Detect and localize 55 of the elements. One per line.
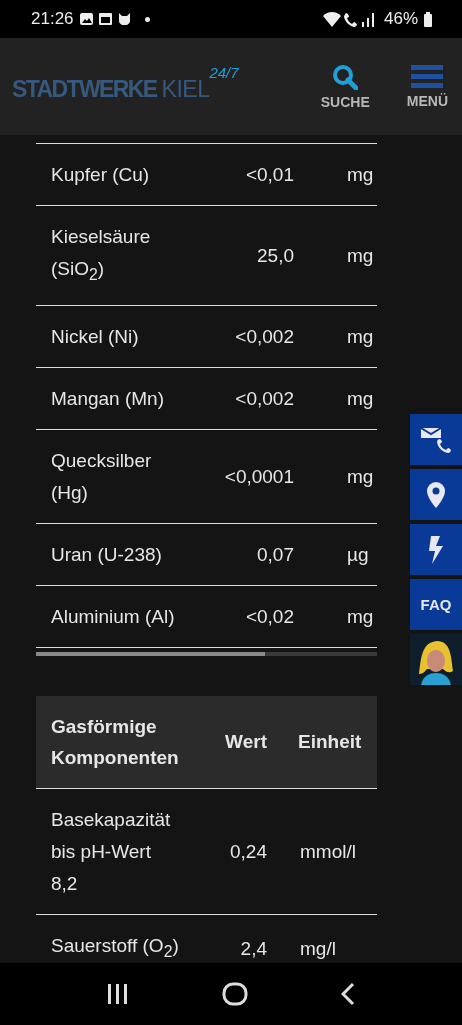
location-button[interactable]: [410, 469, 462, 520]
table-cell-text: Aluminium (Al): [51, 604, 176, 629]
image-icon: [79, 13, 93, 25]
table-cell-text: <0,01: [244, 163, 294, 187]
table-cell-text: 0,07: [256, 542, 294, 567]
table-cell-text: <0,002: [234, 324, 294, 349]
column-header: Gasförmige Komponenten: [51, 714, 180, 770]
logo-wordmark: STADTWERKE: [12, 76, 157, 103]
faq-button[interactable]: FAQ: [410, 579, 462, 630]
table-cell-text: Nickel (Ni): [51, 324, 140, 349]
table-cell-text: <0,0001: [223, 464, 294, 489]
column-header: Wert: [224, 730, 267, 755]
table-cell-text: µg: [346, 542, 369, 567]
dot-icon: [144, 16, 150, 22]
table-cell-text: mg/l: [299, 936, 336, 961]
search-icon: [332, 63, 359, 90]
outage-button[interactable]: [410, 524, 462, 575]
table-cell-text: <0,02: [244, 604, 294, 629]
cat-icon: [117, 13, 131, 25]
table-cell-text: mmol/l: [299, 839, 356, 864]
window-icon: [98, 13, 112, 25]
logo-tag: 24/7: [209, 64, 239, 81]
location-pin-icon: [426, 480, 446, 509]
table-cell-text: Mangan (Mn): [51, 386, 165, 411]
table-cell-text: mg: [346, 464, 374, 489]
recents-icon: [106, 983, 129, 1005]
table-cell-text: Kupfer (Cu): [51, 163, 151, 187]
home-icon: [222, 982, 248, 1006]
table-cell-text: mg: [346, 604, 374, 629]
table-cell-text: 2,4: [239, 936, 267, 961]
logo-city: KIEL: [161, 76, 210, 103]
table-cell-text: Uran (U-238): [51, 542, 163, 567]
column-header: Einheit: [297, 730, 362, 755]
table-cell-text: mg: [346, 386, 374, 411]
table-cell-text: 25,0: [256, 243, 294, 268]
table-cell-text: mg: [346, 243, 374, 268]
battery-icon: [424, 11, 432, 27]
table-cell-text: Kieselsäure (SiO$_{2}$): [51, 225, 152, 285]
table-cell-text: mg: [346, 163, 374, 187]
lightning-icon: [428, 535, 444, 564]
table-cell-text: 0,24: [229, 839, 267, 864]
scrollbar-thumb[interactable]: [36, 651, 265, 656]
menu-button[interactable]: MENÜ: [406, 64, 448, 109]
table-cell-text: Sauerstoff (O$_{2}$): [51, 933, 180, 962]
menu-icon: [411, 64, 444, 89]
status-time: 21:26: [31, 9, 74, 29]
battery-percent: 46%: [383, 9, 418, 29]
table-cell-text: Quecksilber (Hg): [51, 448, 153, 505]
search-button[interactable]: SUCHE: [320, 63, 370, 110]
table-cell-text: Basekapazität bis pH-Wert 8,2: [51, 807, 172, 896]
chat-avatar-button[interactable]: [410, 634, 462, 685]
table-cell-text: mg: [346, 324, 374, 349]
back-icon: [341, 982, 356, 1006]
contact-button[interactable]: [410, 414, 462, 465]
table-cell-text: <0,002: [234, 386, 294, 411]
